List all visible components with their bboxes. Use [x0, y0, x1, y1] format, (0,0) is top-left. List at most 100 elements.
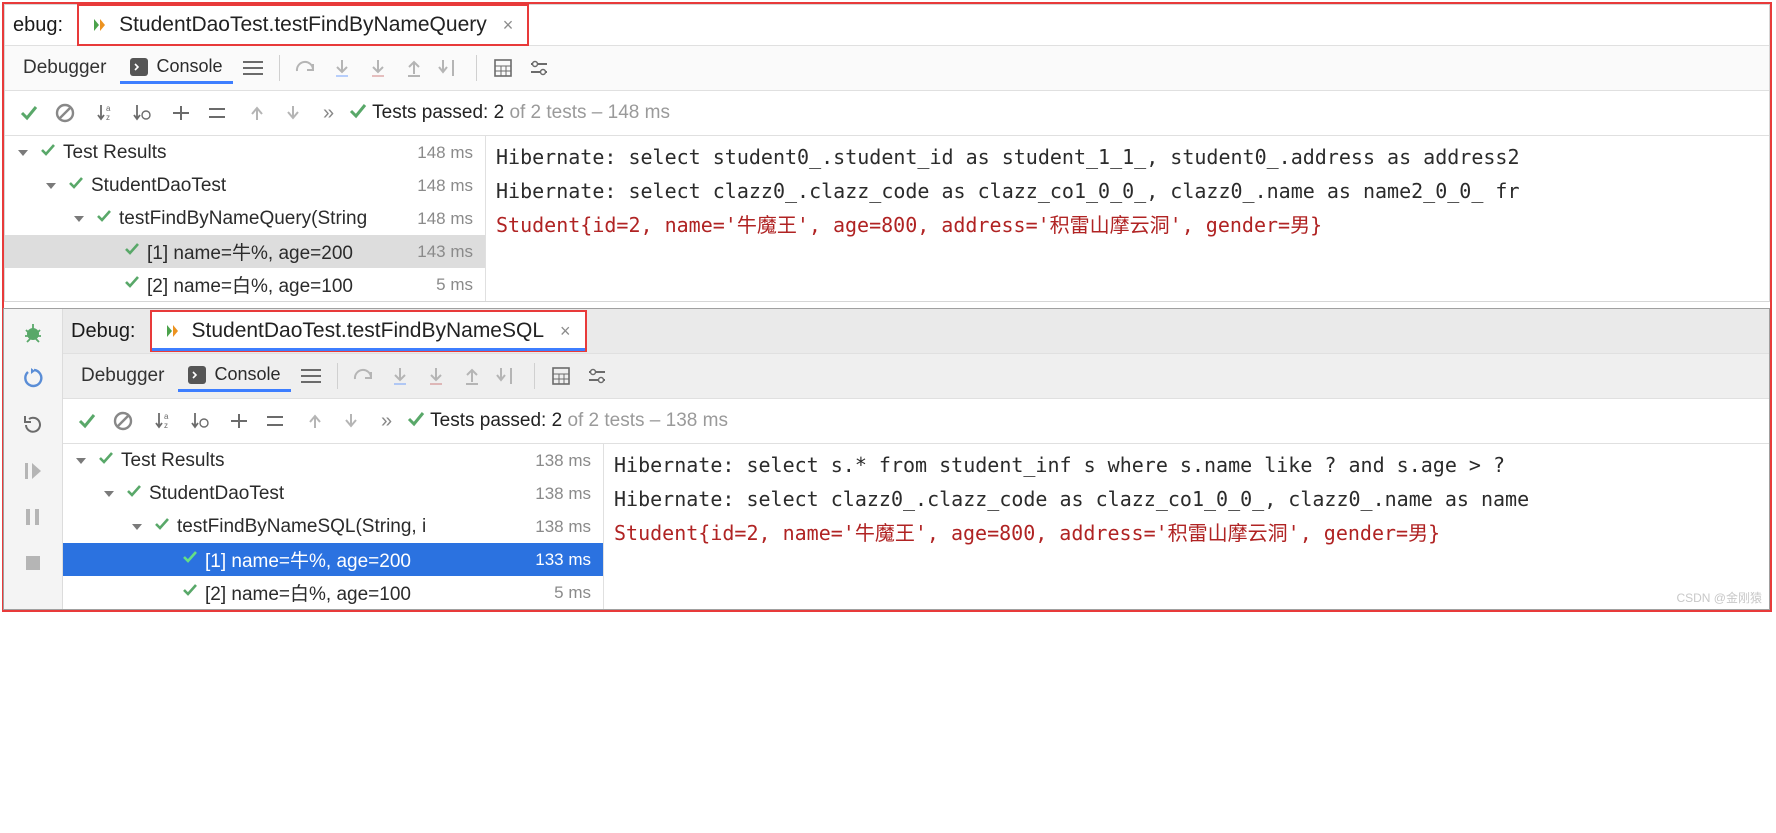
console-line: Student{id=2, name='牛魔王', age=800, addre… — [496, 208, 1759, 242]
check-icon — [181, 548, 199, 572]
resume-icon[interactable] — [13, 455, 53, 487]
test-tree-row[interactable]: Test Results138 ms — [63, 444, 603, 477]
test-tree-row[interactable]: StudentDaoTest148 ms — [5, 169, 485, 202]
test-tree-row[interactable]: [2] name=白%, age=1005 ms — [5, 268, 485, 301]
chevron-down-icon[interactable] — [131, 521, 147, 533]
rerun-failed-icon[interactable] — [13, 409, 53, 441]
check-icon — [123, 273, 141, 297]
test-tree-row[interactable]: StudentDaoTest138 ms — [63, 477, 603, 510]
run-to-cursor-icon-2[interactable] — [492, 360, 524, 392]
test-tree-2[interactable]: Test Results138 msStudentDaoTest138 mste… — [63, 444, 604, 609]
tab-console-2[interactable]: Console — [178, 360, 290, 392]
show-passed-icon[interactable] — [13, 97, 45, 129]
pass-of: of 2 tests – 148 ms — [509, 102, 670, 123]
console-line: Hibernate: select clazz0_.clazz_code as … — [496, 174, 1759, 208]
console-output-2[interactable]: Hibernate: select s.* from student_inf s… — [604, 444, 1769, 609]
debug-label-2: Debug: — [63, 316, 150, 347]
test-label: Test Results — [63, 142, 397, 164]
expand-more-icon[interactable]: » — [313, 102, 344, 125]
prev-failed-icon[interactable] — [241, 97, 273, 129]
calculator-icon[interactable] — [487, 52, 519, 84]
pass-check-icon-2 — [406, 409, 426, 434]
settings-icon[interactable] — [523, 52, 555, 84]
test-duration: 138 ms — [521, 517, 597, 537]
chevron-down-icon[interactable] — [17, 147, 33, 159]
test-label: StudentDaoTest — [91, 175, 397, 197]
chevron-down-icon[interactable] — [73, 213, 89, 225]
sort-duration-icon[interactable] — [125, 97, 157, 129]
run-config-tab[interactable]: StudentDaoTest.testFindByNameQuery × — [77, 4, 529, 46]
test-tree-row[interactable]: [1] name=牛%, age=200143 ms — [5, 235, 485, 268]
calculator-icon-2[interactable] — [545, 360, 577, 392]
step-over-icon-2[interactable] — [348, 360, 380, 392]
run-config-title-2: StudentDaoTest.testFindByNameSQL — [192, 319, 545, 343]
chevron-down-icon[interactable] — [103, 488, 119, 500]
show-ignored-icon[interactable] — [49, 97, 81, 129]
svg-text:a: a — [106, 104, 111, 113]
test-label: [1] name=牛%, age=200 — [147, 238, 397, 265]
force-step-into-icon-2[interactable] — [420, 360, 452, 392]
run-to-cursor-icon[interactable] — [434, 52, 466, 84]
run-config-tab-2[interactable]: StudentDaoTest.testFindByNameSQL × — [150, 310, 587, 352]
next-failed-icon[interactable] — [277, 97, 309, 129]
list-icon-2[interactable] — [295, 360, 327, 392]
close-icon[interactable]: × — [503, 15, 514, 36]
test-filter-bar-2: az » Tests passed: 2 of 2 tests – 138 ms — [63, 399, 1769, 444]
test-tree-row[interactable]: testFindByNameQuery(String148 ms — [5, 202, 485, 235]
debug-panel-2: Debug: StudentDaoTest.testFindByNameSQL … — [3, 308, 1770, 610]
close-icon-2[interactable]: × — [560, 321, 571, 342]
check-icon — [97, 449, 115, 473]
next-failed-icon-2[interactable] — [335, 405, 367, 437]
pause-icon[interactable] — [13, 501, 53, 533]
step-into-icon-2[interactable] — [384, 360, 416, 392]
sort-az-icon[interactable]: az — [89, 97, 121, 129]
test-duration: 138 ms — [521, 451, 597, 471]
test-label: [2] name=白%, age=100 — [147, 271, 397, 298]
pass-summary-2: Tests passed: 2 of 2 tests – 138 ms — [430, 410, 728, 432]
settings-icon-2[interactable] — [581, 360, 613, 392]
debugger-toolbar-2: Debugger Console — [63, 354, 1769, 399]
debug-label: ebug: — [5, 10, 77, 41]
svg-text:z: z — [106, 113, 110, 122]
chevron-down-icon[interactable] — [75, 455, 91, 467]
pass-prefix: Tests passed: — [372, 102, 488, 123]
tab-debugger[interactable]: Debugger — [13, 51, 116, 85]
rerun-icon[interactable] — [13, 363, 53, 395]
svg-text:a: a — [164, 412, 169, 421]
test-filter-bar: az » Tests passed: 2 of 2 tests – 148 ms — [5, 91, 1769, 136]
console-output[interactable]: Hibernate: select student0_.student_id a… — [486, 136, 1769, 301]
pass-count: 2 — [494, 102, 505, 123]
console-line: Hibernate: select s.* from student_inf s… — [614, 448, 1759, 482]
step-out-icon-2[interactable] — [456, 360, 488, 392]
panel-body: Test Results148 msStudentDaoTest148 mste… — [5, 136, 1769, 301]
expand-all-icon-2[interactable] — [223, 405, 255, 437]
sort-duration-icon-2[interactable] — [183, 405, 215, 437]
expand-more-icon-2[interactable]: » — [371, 410, 402, 433]
step-over-icon[interactable] — [290, 52, 322, 84]
collapse-all-icon[interactable] — [201, 97, 233, 129]
test-tree-row[interactable]: Test Results148 ms — [5, 136, 485, 169]
stop-icon[interactable] — [13, 547, 53, 579]
collapse-all-icon-2[interactable] — [259, 405, 291, 437]
sort-az-icon-2[interactable]: az — [147, 405, 179, 437]
bug-icon[interactable] — [13, 317, 53, 349]
test-tree-row[interactable]: [2] name=白%, age=1005 ms — [63, 576, 603, 609]
test-tree-row[interactable]: testFindByNameSQL(String, i138 ms — [63, 510, 603, 543]
test-run-icon-2 — [166, 323, 180, 339]
tab-debugger-2[interactable]: Debugger — [71, 359, 174, 393]
test-label: testFindByNameQuery(String — [119, 208, 397, 230]
force-step-into-icon[interactable] — [362, 52, 394, 84]
chevron-down-icon[interactable] — [45, 180, 61, 192]
test-tree-row[interactable]: [1] name=牛%, age=200133 ms — [63, 543, 603, 576]
prev-failed-icon-2[interactable] — [299, 405, 331, 437]
step-into-icon[interactable] — [326, 52, 358, 84]
tab-console[interactable]: Console — [120, 52, 232, 84]
show-ignored-icon-2[interactable] — [107, 405, 139, 437]
expand-all-icon[interactable] — [165, 97, 197, 129]
list-icon[interactable] — [237, 52, 269, 84]
tab-console-label: Console — [156, 56, 222, 77]
test-tree[interactable]: Test Results148 msStudentDaoTest148 mste… — [5, 136, 486, 301]
debug-panel-1: ebug: StudentDaoTest.testFindByNameQuery… — [4, 4, 1770, 302]
show-passed-icon-2[interactable] — [71, 405, 103, 437]
step-out-icon[interactable] — [398, 52, 430, 84]
